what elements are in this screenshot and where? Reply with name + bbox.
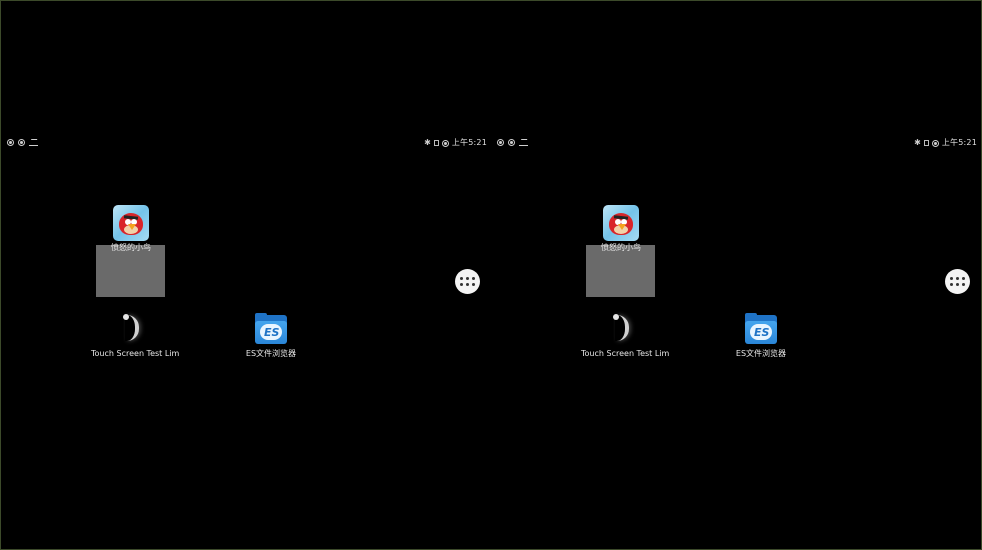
sim-icon [923,140,929,146]
stereo-screen: ✱ 上午5:21 愤怒的小鸟 Touch Screen Test Lim ES … [0,0,982,550]
usb-icon [519,139,528,146]
signal-icon [441,139,449,147]
signal-icon [931,139,939,147]
status-bar: ✱ 上午5:21 [5,137,487,151]
touch-icon [113,311,149,347]
es-folder-icon: ES [743,311,779,347]
app-label: ES文件浏览器 [735,349,787,358]
angry-bird-icon [603,205,639,241]
app-label: 愤怒的小鸟 [111,243,151,252]
status-right: ✱ 上午5:21 [424,139,487,147]
usb-icon [29,139,38,146]
app-label: Touch Screen Test Lim [581,349,670,358]
notification-icon [18,139,25,146]
notification-icon [7,139,14,146]
right-pane: ✱ 上午5:21 愤怒的小鸟 Touch Screen Test Lim ES … [491,1,981,549]
app-drawer-icon[interactable] [945,269,970,294]
status-right: ✱ 上午5:21 [914,139,977,147]
status-left [7,139,38,146]
app-drawer-icon[interactable] [455,269,480,294]
touch-icon [603,311,639,347]
app-touch-screen-test[interactable]: Touch Screen Test Lim [91,311,180,359]
app-label: 愤怒的小鸟 [601,243,641,252]
status-time: 上午5:21 [451,138,487,147]
bluetooth-icon: ✱ [914,138,921,147]
app-es-file-explorer[interactable]: ES ES文件浏览器 [721,311,801,359]
notification-icon [508,139,515,146]
app-angry-birds[interactable]: 愤怒的小鸟 [91,205,171,253]
es-folder-icon: ES [253,311,289,347]
bluetooth-icon: ✱ [424,138,431,147]
app-label: ES文件浏览器 [245,349,297,358]
status-bar: ✱ 上午5:21 [495,137,977,151]
app-angry-birds[interactable]: 愤怒的小鸟 [581,205,661,253]
left-pane: ✱ 上午5:21 愤怒的小鸟 Touch Screen Test Lim ES … [1,1,491,549]
app-label: Touch Screen Test Lim [91,349,180,358]
sim-icon [433,140,439,146]
app-touch-screen-test[interactable]: Touch Screen Test Lim [581,311,670,359]
app-es-file-explorer[interactable]: ES ES文件浏览器 [231,311,311,359]
notification-icon [497,139,504,146]
angry-bird-icon [113,205,149,241]
status-left [497,139,528,146]
status-time: 上午5:21 [941,138,977,147]
